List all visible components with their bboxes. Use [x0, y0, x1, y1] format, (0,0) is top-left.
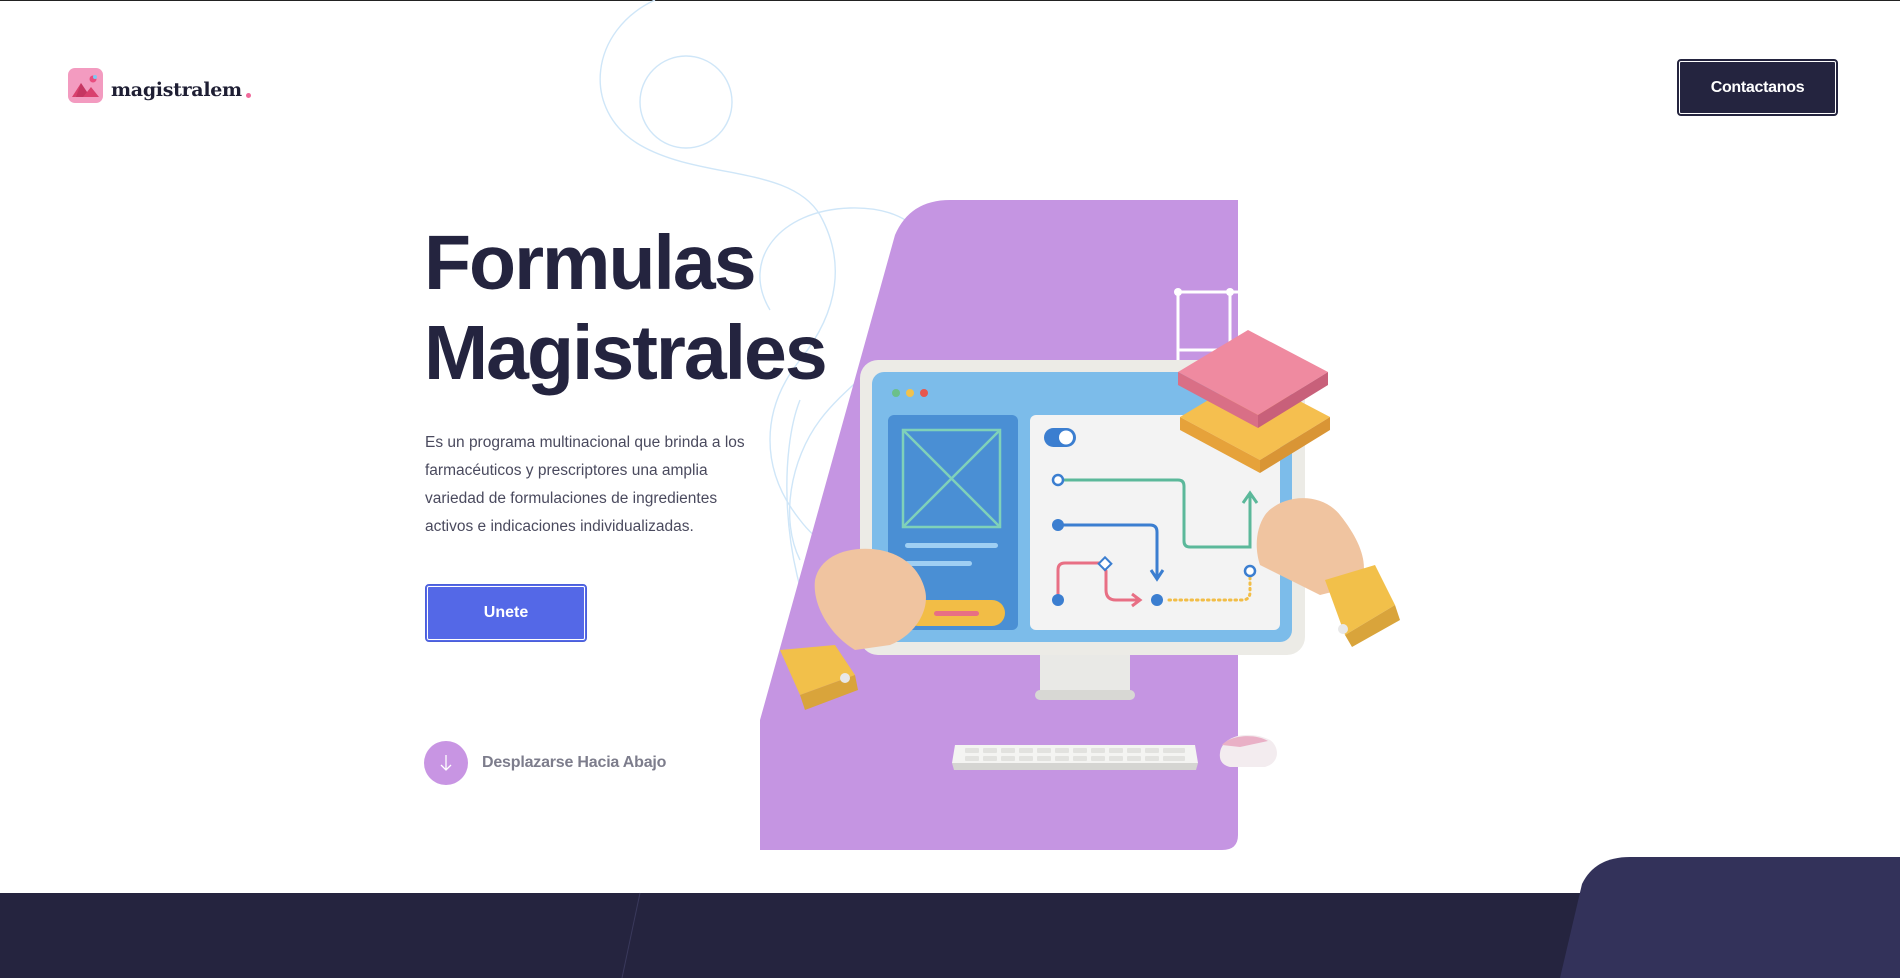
- scroll-label: Desplazarse Hacia Abajo: [482, 754, 667, 771]
- arrow-down-icon: [440, 755, 452, 771]
- top-border: [0, 0, 1900, 1]
- join-button[interactable]: Unete: [425, 584, 587, 642]
- brand-logo[interactable]: magistralem: [68, 68, 251, 103]
- scroll-down-link[interactable]: Desplazarse Hacia Abajo: [424, 741, 666, 785]
- keyboard: [952, 745, 1198, 770]
- title-line-1: Formulas: [424, 220, 757, 306]
- brand-dot: [245, 93, 251, 98]
- hero-description: Es un programa multinacional que brinda …: [425, 434, 745, 535]
- hero-illustration: [760, 200, 1400, 850]
- mountain-image-icon: [68, 68, 103, 103]
- contact-button[interactable]: Contactanos: [1677, 59, 1838, 116]
- footer-band: [0, 893, 1900, 978]
- brand-name: magistralem: [111, 79, 242, 101]
- scroll-button[interactable]: [424, 741, 468, 785]
